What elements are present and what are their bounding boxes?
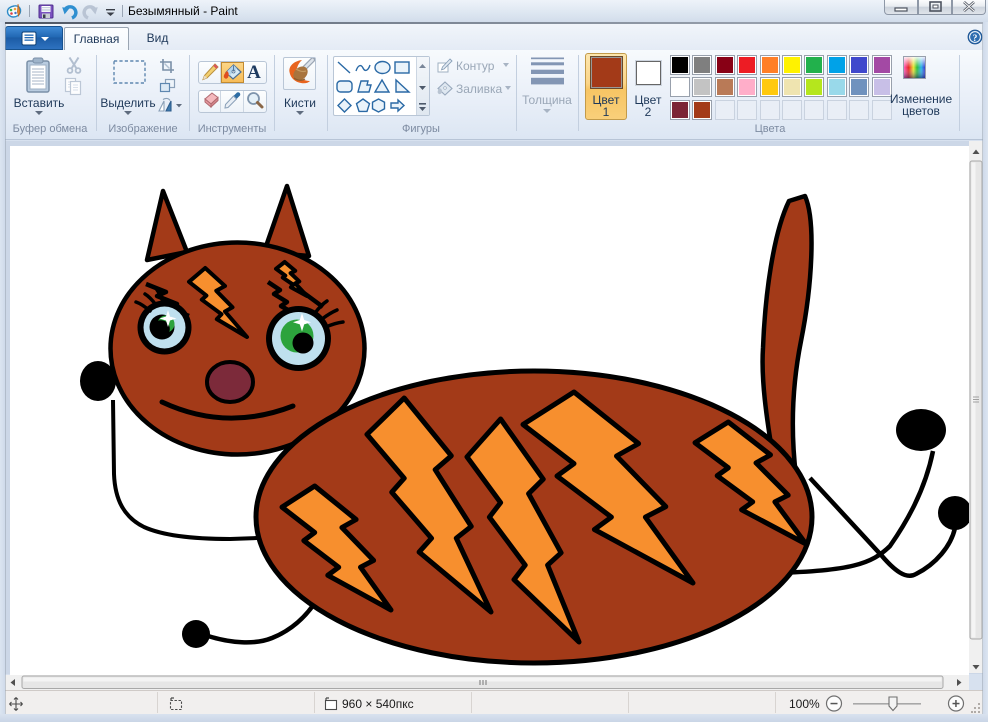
svg-text:A: A	[247, 62, 261, 83]
svg-text:?: ?	[973, 34, 978, 44]
